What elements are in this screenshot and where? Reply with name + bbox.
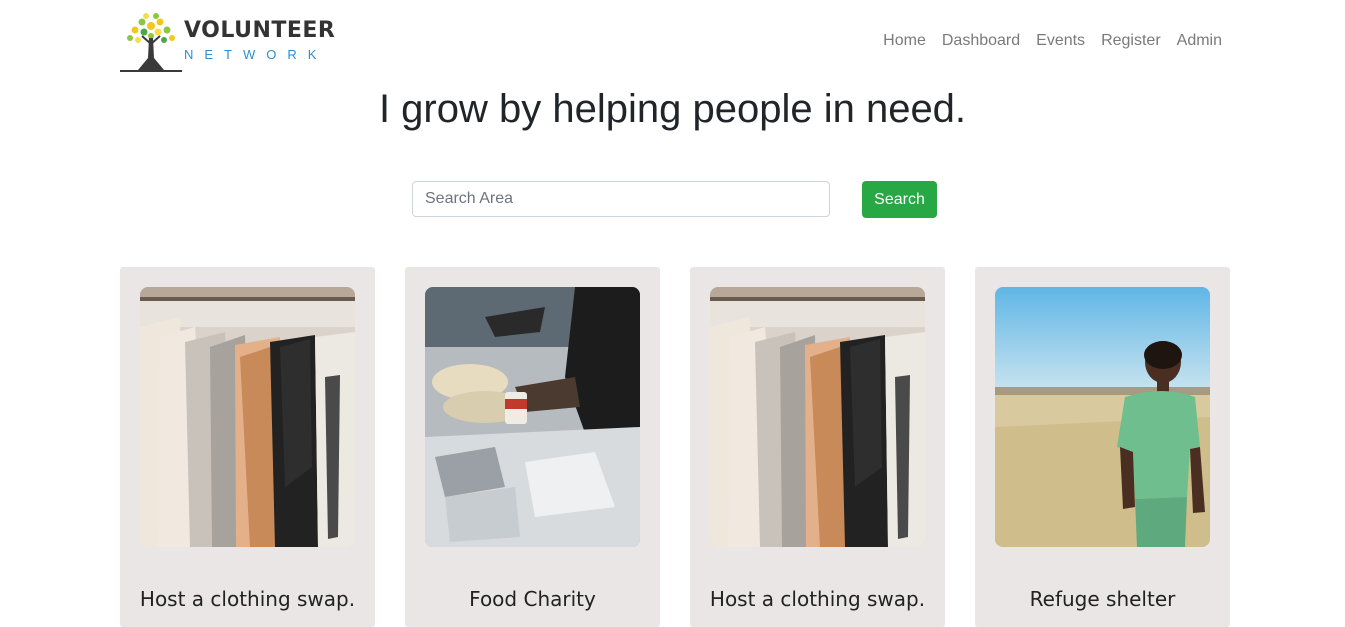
nav-home[interactable]: Home — [883, 32, 926, 50]
nav-dashboard[interactable]: Dashboard — [942, 32, 1020, 50]
nav-admin[interactable]: Admin — [1177, 32, 1222, 50]
nav-events[interactable]: Events — [1036, 32, 1085, 50]
child-in-field-photo — [995, 287, 1210, 547]
nav-register[interactable]: Register — [1101, 32, 1161, 50]
card-title: Refuge shelter — [1029, 587, 1176, 611]
logo[interactable]: VOLUNTEER NETWORK — [120, 12, 335, 74]
tree-logo-icon — [120, 13, 182, 72]
search-button[interactable]: Search — [862, 181, 937, 218]
event-card-refuge-shelter[interactable]: Refuge shelter — [975, 267, 1230, 627]
brand-subtitle: NETWORK — [184, 47, 328, 62]
clothes-rack-photo — [140, 287, 355, 547]
main-nav: Home Dashboard Events Register Admin — [883, 32, 1222, 50]
food-donation-photo — [425, 287, 640, 547]
search-input[interactable] — [412, 181, 830, 217]
clothes-rack-photo — [710, 287, 925, 547]
event-card-clothing-swap[interactable]: Host a clothing swap. — [120, 267, 375, 627]
card-title: Food Charity — [469, 587, 596, 611]
card-title: Host a clothing swap. — [709, 587, 926, 611]
page-headline: I grow by helping people in need. — [378, 87, 967, 131]
card-title: Host a clothing swap. — [139, 587, 356, 611]
event-card-clothing-swap[interactable]: Host a clothing swap. — [690, 267, 945, 627]
event-card-food-charity[interactable]: Food Charity — [405, 267, 660, 627]
brand-name: VOLUNTEER — [184, 18, 336, 43]
